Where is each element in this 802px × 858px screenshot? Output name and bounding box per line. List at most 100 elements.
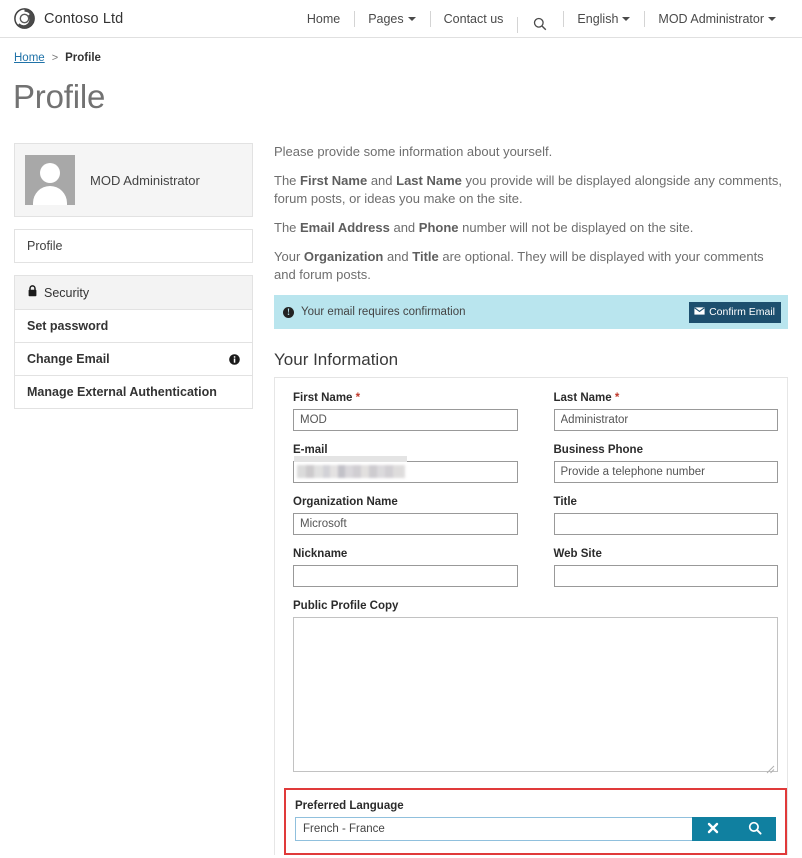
intro-p2-bold-first-name: First Name bbox=[300, 173, 368, 188]
preferred-language-label: Preferred Language bbox=[295, 800, 404, 812]
required-marker: * bbox=[355, 392, 361, 404]
intro-p2-c: and bbox=[367, 173, 397, 188]
email-redaction-bar bbox=[294, 456, 407, 462]
first-name-label: First Name * bbox=[293, 392, 518, 404]
info-icon: ! bbox=[283, 306, 294, 318]
web-site-label: Web Site bbox=[553, 548, 602, 560]
lock-icon bbox=[27, 285, 38, 300]
confirm-email-button-label: Confirm Email bbox=[709, 305, 775, 318]
chevron-down-icon bbox=[407, 16, 416, 21]
brand-name: Contoso Ltd bbox=[44, 10, 124, 27]
envelope-icon bbox=[694, 306, 705, 318]
intro-p3-c: and bbox=[389, 220, 419, 235]
form-row-names: First Name * Last Name * bbox=[293, 392, 778, 431]
web-site-input[interactable] bbox=[553, 565, 778, 587]
intro-p4-bold-title: Title bbox=[412, 249, 439, 264]
form-row-contact: E-mail Business Phone bbox=[293, 444, 778, 483]
confirm-email-button[interactable]: Confirm Email bbox=[689, 301, 781, 323]
email-confirmation-alert: ! Your email requires confirmation Confi… bbox=[274, 295, 788, 329]
sidebar-item-profile[interactable]: Profile bbox=[14, 229, 253, 263]
page-layout: MOD Administrator Profile Security Set p… bbox=[0, 116, 802, 855]
nav-item-contact-us-label: Contact us bbox=[443, 11, 504, 26]
public-profile-copy-textarea[interactable] bbox=[293, 617, 778, 772]
intro-p4-c: and bbox=[383, 249, 413, 264]
email-input-wrapper bbox=[293, 456, 518, 483]
preferred-language-search-button[interactable] bbox=[734, 817, 776, 841]
intro-paragraph-4: Your Organization and Title are optional… bbox=[274, 248, 788, 284]
preferred-language-row bbox=[295, 817, 776, 841]
nav-item-user-menu-label: MOD Administrator bbox=[658, 11, 764, 26]
sidebar-user-panel: MOD Administrator bbox=[14, 143, 253, 217]
field-nickname: Nickname bbox=[293, 548, 518, 587]
sidebar-section-security-label: Security bbox=[44, 285, 90, 300]
last-name-label: Last Name * bbox=[554, 392, 779, 404]
nav-item-language[interactable]: English bbox=[563, 0, 644, 38]
sidebar-profile-group: Profile bbox=[14, 229, 253, 263]
title-input[interactable] bbox=[553, 513, 778, 535]
nav-item-user-menu[interactable]: MOD Administrator bbox=[644, 0, 790, 38]
intro-p4-a: Your bbox=[274, 249, 304, 264]
sidebar-item-change-email-label: Change Email bbox=[27, 352, 110, 366]
info-icon bbox=[229, 353, 240, 365]
sidebar-item-change-email[interactable]: Change Email bbox=[14, 342, 253, 375]
user-avatar-placeholder-icon bbox=[25, 155, 75, 205]
profile-form: First Name * Last Name * E-mail bbox=[274, 378, 788, 855]
page-title: Profile bbox=[13, 78, 106, 115]
primary-navigation: Home Pages Contact us English MOD Admini… bbox=[293, 0, 802, 37]
field-public-profile-copy: Public Profile Copy bbox=[293, 600, 778, 775]
required-marker: * bbox=[614, 392, 620, 404]
public-profile-copy-wrapper bbox=[293, 617, 778, 775]
last-name-input[interactable] bbox=[553, 409, 778, 431]
intro-p3-bold-email-address: Email Address bbox=[300, 220, 390, 235]
organization-name-label: Organization Name bbox=[293, 496, 398, 508]
sidebar-item-manage-external-authentication[interactable]: Manage External Authentication bbox=[14, 375, 253, 409]
nickname-input[interactable] bbox=[293, 565, 518, 587]
intro-p2-bold-last-name: Last Name bbox=[396, 173, 462, 188]
preferred-language-input[interactable] bbox=[295, 817, 692, 841]
business-phone-input[interactable] bbox=[553, 461, 778, 483]
intro-p3-bold-phone: Phone bbox=[418, 220, 459, 235]
intro-paragraph-2: The First Name and Last Name you provide… bbox=[274, 172, 788, 208]
field-first-name: First Name * bbox=[293, 392, 518, 431]
nickname-label: Nickname bbox=[293, 548, 348, 560]
nav-item-home[interactable]: Home bbox=[293, 0, 354, 38]
sidebar-item-profile-label: Profile bbox=[27, 239, 63, 253]
organization-name-input[interactable] bbox=[293, 513, 518, 535]
clear-x-icon bbox=[707, 822, 719, 837]
sidebar-item-set-password-label: Set password bbox=[27, 319, 109, 333]
chevron-down-icon bbox=[768, 16, 776, 21]
field-last-name: Last Name * bbox=[553, 392, 779, 431]
intro-p4-bold-organization: Organization bbox=[303, 249, 384, 264]
search-icon bbox=[533, 17, 547, 31]
last-name-label-text: Last Name bbox=[553, 392, 612, 404]
section-heading-your-information: Your Information bbox=[274, 350, 788, 378]
intro-paragraph-3: The Email Address and Phone number will … bbox=[274, 219, 788, 237]
sidebar-section-security: Security bbox=[14, 275, 253, 309]
main-content: Please provide some information about yo… bbox=[274, 143, 788, 855]
brand-link[interactable]: Contoso Ltd bbox=[0, 8, 123, 29]
breadcrumb-current: Profile bbox=[65, 52, 101, 64]
public-profile-copy-label: Public Profile Copy bbox=[293, 600, 399, 612]
email-label: E-mail bbox=[293, 444, 328, 456]
nav-search-button[interactable] bbox=[517, 6, 563, 33]
first-name-label-text: First Name bbox=[293, 392, 353, 404]
nav-item-pages[interactable]: Pages bbox=[354, 0, 429, 38]
preferred-language-clear-button[interactable] bbox=[692, 817, 734, 841]
sidebar-item-manage-external-authentication-label: Manage External Authentication bbox=[27, 385, 217, 399]
first-name-input[interactable] bbox=[293, 409, 518, 431]
intro-p3-a: The bbox=[274, 220, 301, 235]
chevron-down-icon bbox=[622, 16, 631, 21]
business-phone-label: Business Phone bbox=[553, 444, 643, 456]
search-icon bbox=[748, 821, 762, 838]
sidebar-item-set-password[interactable]: Set password bbox=[14, 309, 253, 342]
form-row-public-profile-copy: Public Profile Copy bbox=[293, 600, 778, 775]
breadcrumb-separator: > bbox=[51, 52, 59, 64]
intro-text: Please provide some information about yo… bbox=[274, 143, 788, 284]
breadcrumb-home-link[interactable]: Home bbox=[14, 52, 45, 64]
breadcrumb: Home > Profile bbox=[0, 38, 802, 64]
contoso-spiral-logo-icon bbox=[14, 8, 35, 29]
nav-item-contact-us[interactable]: Contact us bbox=[429, 0, 518, 38]
nav-item-home-label: Home bbox=[306, 11, 341, 26]
preferred-language-highlight: Preferred Language bbox=[284, 788, 787, 855]
sidebar-security-group: Security Set password Change Email Manag… bbox=[14, 275, 253, 409]
